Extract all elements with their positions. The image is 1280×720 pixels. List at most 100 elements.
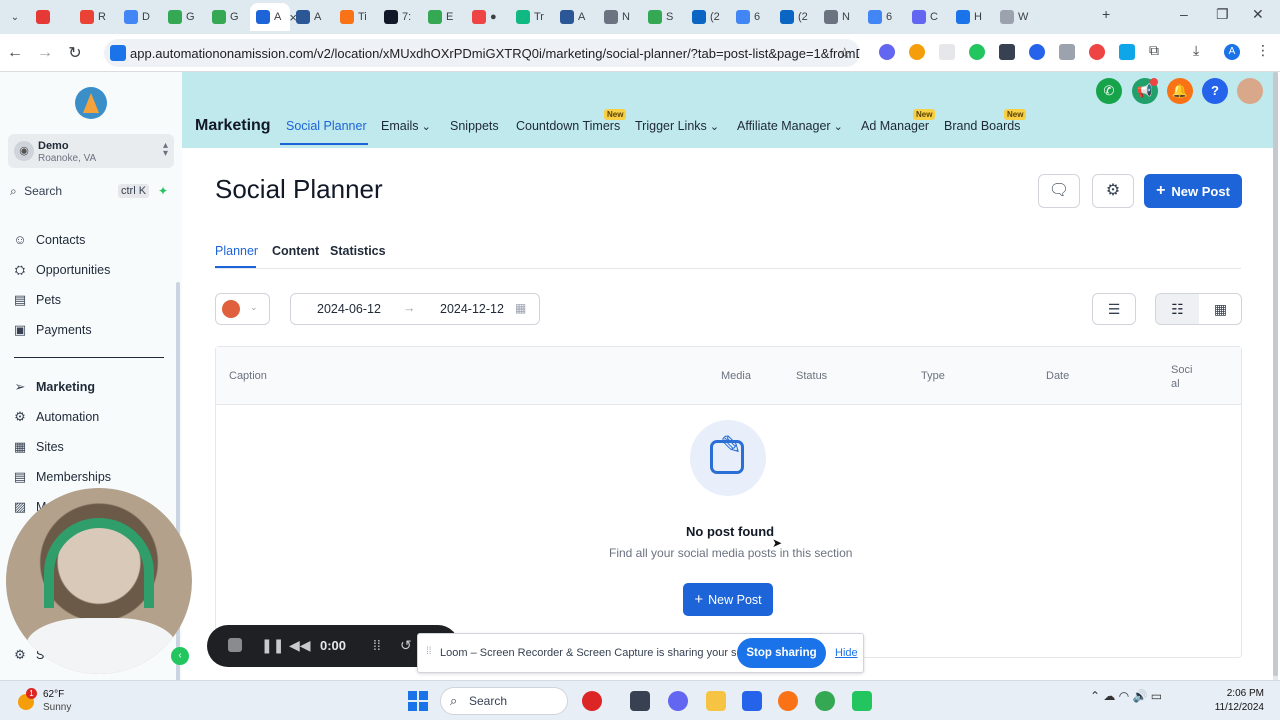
tab-emails[interactable]: Emails ⌄: [381, 119, 431, 133]
sidebar-item-pets[interactable]: ▤ Pets: [12, 290, 61, 310]
restart-icon[interactable]: ↺: [400, 637, 412, 654]
sidebar-item-marketing[interactable]: ➢ Marketing: [12, 377, 96, 397]
chrome-icon[interactable]: [815, 691, 835, 711]
date-range-picker[interactable]: 2024-06-12 → 2024-12-12 ▦: [290, 293, 540, 325]
browser-tab[interactable]: 6: [862, 3, 906, 31]
taskbar-search[interactable]: ⌕ Search: [440, 687, 568, 715]
settings-button[interactable]: ⚙: [1092, 174, 1134, 208]
tab-search-button[interactable]: ⌄: [0, 3, 30, 31]
chat-icon[interactable]: [668, 691, 688, 711]
drag-handle-icon[interactable]: ⁞⁞: [426, 646, 432, 657]
quick-action-icon[interactable]: ✦: [158, 184, 168, 198]
reload-button[interactable]: ↻: [60, 43, 90, 63]
browser-tab[interactable]: R: [74, 3, 118, 31]
column-header[interactable]: Caption: [229, 370, 267, 382]
tab-ad-manager[interactable]: Ad Manager: [861, 119, 929, 133]
extension-icon[interactable]: [1119, 44, 1135, 60]
task-view-icon[interactable]: [630, 691, 650, 711]
forward-button[interactable]: →: [30, 44, 60, 62]
browser-tab[interactable]: (2: [774, 3, 818, 31]
browser-tab[interactable]: Ti: [334, 3, 378, 31]
extension-icon[interactable]: [939, 44, 955, 60]
tab-affiliate-manager[interactable]: Affiliate Manager ⌄: [737, 119, 843, 133]
windows-start-icon[interactable]: [408, 691, 428, 711]
column-header[interactable]: Type: [921, 370, 945, 382]
restore-window-button[interactable]: ❐: [1216, 6, 1229, 23]
subtab-content[interactable]: Content: [272, 244, 319, 258]
file-explorer-icon[interactable]: [706, 691, 726, 711]
browser-tab[interactable]: D: [118, 3, 162, 31]
subtab-planner[interactable]: Planner: [215, 244, 258, 258]
extension-icon[interactable]: [1029, 44, 1045, 60]
new-post-button[interactable]: + New Post: [1144, 174, 1242, 208]
grid-icon[interactable]: ⁞⁞: [373, 637, 381, 653]
browser-tab[interactable]: A ×: [250, 3, 297, 31]
tab-countdown-timers[interactable]: Countdown Timers: [516, 119, 620, 133]
filter-button[interactable]: ☰: [1092, 293, 1136, 325]
extension-icon[interactable]: [999, 44, 1015, 60]
browser-tab[interactable]: G: [162, 3, 206, 31]
browser-tab[interactable]: W: [994, 3, 1038, 31]
browser-tab[interactable]: G: [206, 3, 250, 31]
sidebar-item-sites[interactable]: ▦ Sites: [12, 437, 64, 457]
address-bar[interactable]: app.automationonamission.com/v2/location…: [104, 39, 860, 67]
browser-tab[interactable]: 7:: [378, 3, 422, 31]
flowers-icon[interactable]: [582, 691, 602, 711]
browser-tab[interactable]: 6: [730, 3, 774, 31]
sidebar-item-payments[interactable]: ▣ Payments: [12, 320, 92, 340]
account-switcher[interactable]: ◉ Demo Roanoke, VA ▴ ▾: [8, 134, 174, 168]
browser-tab[interactable]: E: [422, 3, 466, 31]
meet-icon[interactable]: [852, 691, 872, 711]
extension-icon[interactable]: [1089, 44, 1105, 60]
extensions-puzzle-icon[interactable]: ⧉: [1149, 42, 1165, 58]
hide-button[interactable]: Hide: [835, 647, 858, 659]
store-icon[interactable]: [742, 691, 762, 711]
help-icon[interactable]: ?: [1202, 78, 1228, 104]
minimize-window-button[interactable]: –: [1180, 6, 1188, 22]
tab-snippets[interactable]: Snippets: [450, 119, 499, 133]
browser-tab[interactable]: S: [642, 3, 686, 31]
browser-tab[interactable]: [30, 3, 74, 31]
extension-icon[interactable]: [1059, 44, 1075, 60]
browser-tab[interactable]: ●: [466, 3, 510, 31]
profile-avatar[interactable]: A: [1224, 44, 1240, 60]
stop-recording-button[interactable]: [228, 638, 242, 652]
phone-icon[interactable]: ✆: [1096, 78, 1122, 104]
sidebar-item-automation[interactable]: ⚙ Automation: [12, 407, 99, 427]
webcam-bubble[interactable]: [6, 488, 192, 674]
tab-social-planner[interactable]: Social Planner: [286, 119, 367, 133]
download-icon[interactable]: ⤓: [1193, 42, 1209, 58]
browser-tab[interactable]: N: [818, 3, 862, 31]
system-tray[interactable]: ⌃ ☁ ◠ 🔊 ▭: [1090, 689, 1162, 703]
browser-tab[interactable]: Tr: [510, 3, 554, 31]
pause-icon[interactable]: ❚❚: [261, 637, 284, 654]
clock[interactable]: 2:06 PM 11/12/2024: [1212, 687, 1264, 715]
column-header[interactable]: Date: [1046, 370, 1069, 382]
browser-tab[interactable]: A: [290, 3, 334, 31]
browser-tab[interactable]: A: [554, 3, 598, 31]
weather-widget[interactable]: 1 62°F Sunny: [16, 686, 106, 716]
extension-icon[interactable]: [879, 44, 895, 60]
bookmark-star-icon[interactable]: ☆: [838, 44, 851, 62]
user-avatar[interactable]: [1237, 78, 1263, 104]
new-tab-button[interactable]: +: [1102, 6, 1110, 22]
browser-menu-icon[interactable]: ⋮: [1256, 42, 1272, 58]
browser-tab[interactable]: C: [906, 3, 950, 31]
bell-icon[interactable]: 🔔: [1167, 78, 1193, 104]
firefox-icon[interactable]: [778, 691, 798, 711]
browser-tab[interactable]: N: [598, 3, 642, 31]
tab-brand-boards[interactable]: Brand Boards: [944, 119, 1020, 133]
empty-new-post-button[interactable]: + New Post: [683, 583, 773, 616]
sidebar-search[interactable]: ⌕ Search ctrl K ✦: [10, 184, 172, 202]
column-header[interactable]: Media: [721, 370, 751, 382]
company-logo[interactable]: [75, 87, 107, 119]
stop-sharing-button[interactable]: Stop sharing: [737, 638, 826, 668]
list-view-button[interactable]: ☷: [1156, 294, 1199, 324]
subtab-statistics[interactable]: Statistics: [330, 244, 386, 258]
extension-icon[interactable]: [969, 44, 985, 60]
back-button[interactable]: ←: [0, 44, 30, 62]
close-window-button[interactable]: ✕: [1252, 6, 1264, 23]
column-header[interactable]: Status: [796, 370, 827, 382]
collapse-sidebar-button[interactable]: ‹: [171, 647, 189, 665]
browser-tab[interactable]: (2: [686, 3, 730, 31]
